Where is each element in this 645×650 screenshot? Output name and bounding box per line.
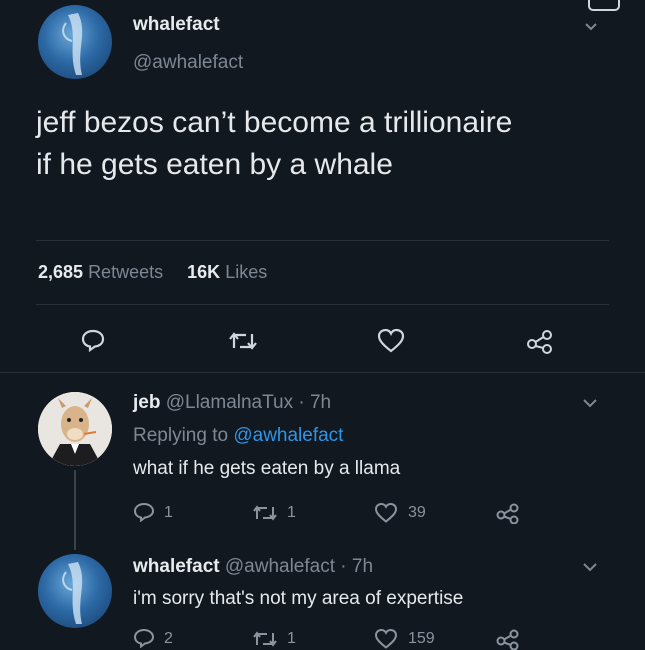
avatar[interactable]: [38, 5, 112, 79]
retweets-label[interactable]: Retweets: [88, 262, 163, 282]
replying-to-handle[interactable]: @awhalefact: [233, 425, 343, 446]
reply-display-name[interactable]: jeb: [133, 392, 160, 413]
likes-count[interactable]: 16K: [187, 262, 220, 282]
reply-icon[interactable]: [133, 502, 155, 522]
tweet-stats: 2,685 Retweets 16K Likes: [38, 262, 267, 283]
reply-count: 1: [164, 504, 173, 521]
thread-line: [74, 470, 76, 550]
reply-icon[interactable]: [80, 328, 106, 352]
retweets-count[interactable]: 2,685: [38, 262, 83, 282]
retweet-count: 1: [287, 630, 296, 647]
retweet-count: 1: [287, 504, 296, 521]
divider: [36, 304, 609, 305]
divider: [0, 372, 645, 373]
share-icon[interactable]: [496, 502, 520, 524]
handle[interactable]: @awhalefact: [133, 52, 243, 74]
tweet-text-line-2: if he gets eaten by a whale: [36, 148, 393, 181]
display-name[interactable]: whalefact: [133, 14, 220, 36]
reply-handle-time[interactable]: @awhalefact · 7h: [225, 556, 373, 577]
reply-text: what if he gets eaten by a llama: [133, 458, 401, 479]
chevron-down-icon[interactable]: [584, 22, 598, 32]
reply-count: 2: [164, 630, 173, 647]
corner-menu-icon[interactable]: [586, 0, 622, 14]
reply-handle-time[interactable]: @LlamalnaTux · 7h: [166, 392, 331, 413]
chevron-down-icon[interactable]: [582, 562, 598, 572]
share-icon[interactable]: [496, 628, 520, 650]
replying-to-prefix: Replying to: [133, 425, 229, 446]
share-icon[interactable]: [526, 328, 554, 354]
reply-avatar-whalefact[interactable]: [38, 554, 112, 628]
replying-to: Replying to @awhalefact: [133, 425, 343, 447]
like-count: 159: [408, 630, 435, 647]
reply-header: whalefact @awhalefact · 7h: [133, 556, 373, 578]
likes-label[interactable]: Likes: [225, 262, 267, 282]
reply-header: jeb @LlamalnaTux · 7h: [133, 392, 331, 414]
tweet-text-line-1: jeff bezos can’t become a trillionaire: [36, 106, 513, 139]
retweet-icon[interactable]: [252, 629, 278, 649]
like-icon[interactable]: [377, 328, 405, 354]
reply-display-name[interactable]: whalefact: [133, 556, 220, 577]
reply-icon[interactable]: [133, 628, 155, 648]
reply-avatar-jeb[interactable]: [38, 392, 112, 466]
retweet-icon[interactable]: [228, 330, 258, 352]
like-icon[interactable]: [374, 502, 398, 524]
divider: [36, 240, 609, 241]
chevron-down-icon[interactable]: [582, 398, 598, 408]
like-count: 39: [408, 504, 426, 521]
reply-text: i'm sorry that's not my area of expertis…: [133, 588, 464, 609]
retweet-icon[interactable]: [252, 503, 278, 523]
like-icon[interactable]: [374, 628, 398, 650]
